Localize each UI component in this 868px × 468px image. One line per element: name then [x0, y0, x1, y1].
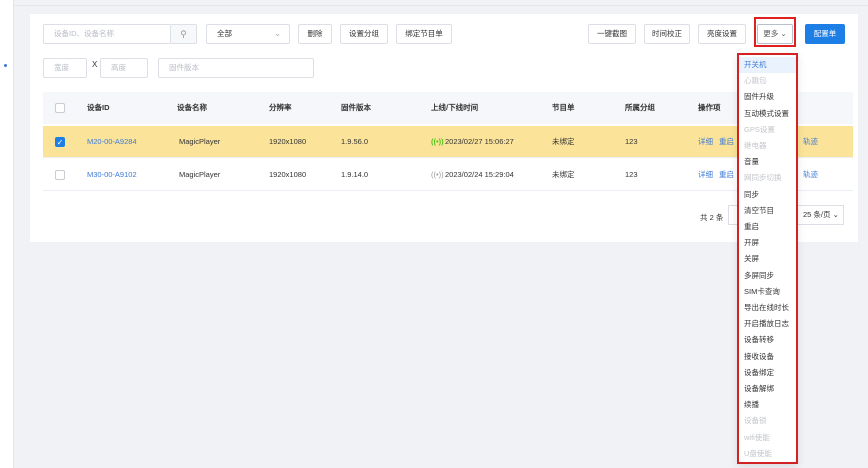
menu-item: 设备锁	[744, 416, 767, 426]
menu-item: 网同步切换	[744, 173, 782, 183]
select-all-checkbox[interactable]	[55, 103, 65, 113]
restart-link[interactable]: 重启	[719, 126, 734, 158]
online-time: 2023/02/27 15:06:27	[445, 137, 514, 146]
set-group-button[interactable]: 设置分组	[340, 24, 388, 44]
device-name: MagicPlayer	[179, 170, 221, 179]
menu-item[interactable]: 接收设备	[739, 349, 796, 365]
resolution: 1920x1080	[269, 170, 307, 179]
header-group: 所属分组	[625, 103, 655, 112]
chevron-down-icon: ⌄	[274, 29, 281, 38]
group-name: 123	[625, 137, 638, 146]
header-operations: 操作项	[698, 103, 721, 112]
header-playlist: 节目单	[552, 103, 575, 112]
menu-item[interactable]: 开关机	[739, 57, 796, 73]
track-link[interactable]: 轨迹	[803, 159, 818, 191]
detail-link[interactable]: 详细	[698, 159, 713, 191]
detail-link[interactable]: 详细	[698, 126, 713, 158]
menu-item: U盘使能	[744, 448, 772, 458]
playlist-status: 未绑定	[552, 137, 575, 146]
menu-item[interactable]: 同步	[739, 187, 796, 203]
search-button[interactable]: ⚲	[171, 24, 197, 44]
menu-item: GPS设置	[744, 124, 775, 134]
more-highlight-box	[754, 17, 796, 47]
device-name: MagicPlayer	[179, 137, 221, 146]
brightness-button[interactable]: 亮度设置	[698, 24, 746, 44]
status-select-value: 全部	[217, 29, 232, 38]
firmware-input[interactable]: 固件版本	[158, 58, 314, 78]
config-button[interactable]: 配置单	[805, 24, 845, 44]
menu-item[interactable]: 多屏同步	[739, 268, 796, 284]
menu-item[interactable]: 重启	[739, 219, 796, 235]
width-input[interactable]: 宽度	[43, 58, 87, 78]
menu-item[interactable]: SIM卡查询	[739, 284, 796, 300]
menu-item[interactable]: 固件升级	[739, 89, 796, 105]
row-checkbox[interactable]	[55, 170, 65, 180]
header-device-id: 设备ID	[87, 103, 110, 112]
menu-item[interactable]: 开屏	[739, 235, 796, 251]
page-size-value: 25 条/页	[803, 210, 831, 219]
more-dropdown-menu: 开关机 心跳包 固件升级 互动模式设置 GPS设置 继电器 音量 网同步切换 同步 清空节目 重启开…	[737, 53, 798, 464]
delete-button[interactable]: 删除	[298, 24, 332, 44]
menu-item[interactable]: 导出在线时长	[739, 300, 796, 316]
offline-signal-icon: ((•))	[431, 170, 444, 179]
menu-item: wifi使能	[744, 432, 770, 442]
playlist-status: 未绑定	[552, 170, 575, 179]
top-bar	[14, 0, 868, 6]
device-id-link[interactable]: M20-00-A9284	[87, 126, 137, 158]
menu-item[interactable]: 续播	[739, 397, 796, 413]
bind-playlist-button[interactable]: 绑定节目单	[396, 24, 452, 44]
menu-item[interactable]: 开启播放日志	[739, 316, 796, 332]
chevron-down-icon: ⌄	[832, 210, 839, 219]
restart-link[interactable]: 重启	[719, 159, 734, 191]
sidebar-indicator	[4, 64, 7, 67]
status-select[interactable]: 全部 ⌄	[206, 24, 290, 44]
menu-item[interactable]: 互动模式设置	[739, 106, 796, 122]
menu-item[interactable]: 清空节目	[739, 203, 796, 219]
row-checkbox[interactable]: ✓	[55, 137, 65, 147]
header-resolution: 分辨率	[269, 103, 292, 112]
menu-item[interactable]: 关屏	[739, 251, 796, 267]
pager-total: 共 2 条	[700, 213, 724, 222]
online-time: 2023/02/24 15:29:04	[445, 170, 514, 179]
menu-item[interactable]: 设备转移	[739, 332, 796, 348]
left-sidebar-edge	[0, 0, 14, 468]
menu-item: 继电器	[744, 141, 767, 150]
screenshot-button[interactable]: 一键截图	[588, 24, 636, 44]
search-input[interactable]: 设备ID、设备名称	[43, 24, 171, 44]
menu-item: 心跳包	[744, 76, 767, 86]
table-row[interactable]: M30-00-A9102 MagicPlayer 1920x1080 1.9.1…	[43, 159, 853, 191]
resolution-separator: X	[92, 60, 98, 69]
online-signal-icon: ((•))	[431, 137, 444, 146]
menu-item[interactable]: 设备绑定	[739, 365, 796, 381]
time-sync-button[interactable]: 时间校正	[644, 24, 690, 44]
device-id-link[interactable]: M30-00-A9102	[87, 159, 137, 191]
header-online-time: 上线/下线时间	[431, 103, 479, 112]
header-firmware: 固件版本	[341, 103, 371, 112]
page-size-select[interactable]: 25 条/页 ⌄	[797, 205, 844, 225]
height-input[interactable]: 高度	[100, 58, 148, 78]
resolution: 1920x1080	[269, 137, 307, 146]
header-device-name: 设备名称	[177, 103, 207, 112]
menu-item[interactable]: 设备解绑	[739, 381, 796, 397]
track-link[interactable]: 轨迹	[803, 126, 818, 158]
menu-item[interactable]: 音量	[739, 154, 796, 170]
table-row[interactable]: ✓ M20-00-A9284 MagicPlayer 1920x1080 1.9…	[43, 126, 853, 158]
search-icon: ⚲	[180, 29, 187, 39]
firmware-version: 1.9.14.0	[341, 170, 369, 179]
table-header: 设备ID 设备名称 分辨率 固件版本 上线/下线时间 节目单 所属分组 操作项	[43, 92, 853, 124]
group-name: 123	[625, 170, 638, 179]
firmware-version: 1.9.56.0	[341, 137, 369, 146]
